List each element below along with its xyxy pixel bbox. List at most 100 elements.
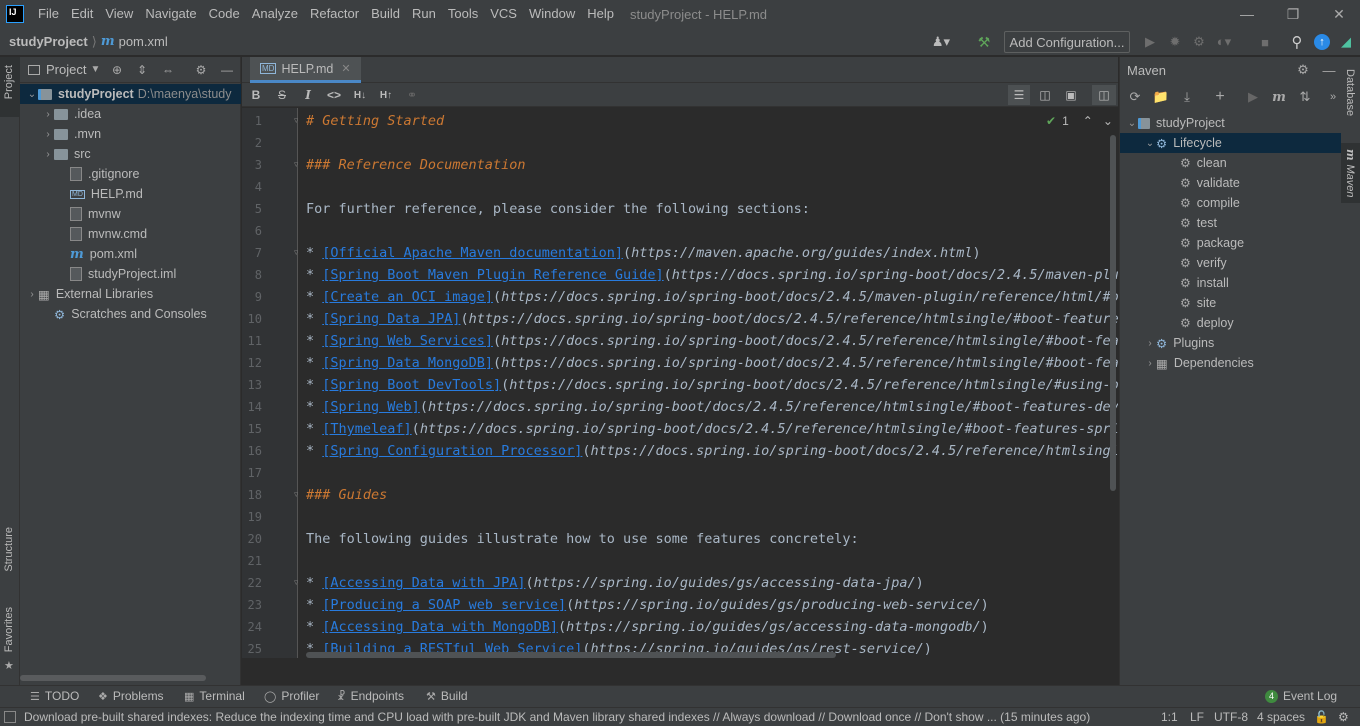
endpoints-tool-button[interactable]: ☧ Endpoints [337, 689, 404, 703]
run-maven-build-icon[interactable]: ▶ [1244, 88, 1262, 106]
italic-icon[interactable]: I [299, 87, 317, 103]
toolbox-icon[interactable]: ◢ [1338, 34, 1354, 50]
user-icon[interactable]: ♟▾ [932, 34, 950, 50]
locate-icon[interactable]: ⊕ [109, 62, 125, 78]
inspection-widget[interactable]: ✔ 1 ⌃ ⌄ [1046, 112, 1116, 130]
editor-hscrollbar[interactable] [306, 652, 836, 658]
maven-goal-site[interactable]: ⚙ site [1120, 293, 1342, 313]
expanded-chevron-icon[interactable]: ⌄ [1144, 138, 1156, 149]
more-icon[interactable]: » [1324, 88, 1342, 106]
tree-item-studyproject-iml[interactable]: studyProject.iml [20, 264, 241, 284]
toggle-tool-windows-icon[interactable] [4, 711, 16, 723]
collapsed-chevron-icon[interactable]: › [1144, 358, 1156, 369]
execute-maven-goal-icon[interactable]: m [1270, 88, 1288, 106]
debug-icon[interactable]: ✹ [1167, 34, 1183, 50]
markdown-link[interactable]: [Accessing Data with JPA] [322, 575, 525, 591]
editor-only-icon[interactable]: ☰ [1008, 85, 1030, 105]
profile-icon[interactable]: ◐▾ [1216, 34, 1232, 50]
menu-analyze[interactable]: Analyze [246, 0, 304, 28]
tree-item-pom-xml[interactable]: m pom.xml [20, 244, 241, 264]
editor-vscrollbar[interactable] [1110, 135, 1116, 491]
menu-refactor[interactable]: Refactor [304, 0, 365, 28]
markdown-link[interactable]: [Spring Boot Maven Plugin Reference Guid… [322, 267, 663, 283]
editor-content[interactable]: # Getting Started ### Reference Documenta… [298, 108, 1118, 658]
collapsed-chevron-icon[interactable]: › [1144, 338, 1156, 349]
header-increase-icon[interactable]: H↑ [377, 87, 395, 103]
git-status-icon[interactable]: ⚙ [1338, 710, 1349, 724]
maven-goal-test[interactable]: ⚙ test [1120, 213, 1342, 233]
collapsed-chevron-icon[interactable]: › [42, 109, 54, 120]
breadcrumb-file[interactable]: pom.xml [119, 34, 168, 49]
maven-project-root[interactable]: ⌄ studyProject [1120, 113, 1342, 133]
maven-goal-clean[interactable]: ⚙ clean [1120, 153, 1342, 173]
tree-item-scratches-and-consoles[interactable]: ⚙ Scratches and Consoles [20, 304, 241, 324]
expand-all-icon[interactable]: ⇕ [134, 62, 150, 78]
collapsed-chevron-icon[interactable]: › [42, 129, 54, 140]
maven-goal-verify[interactable]: ⚙ verify [1120, 253, 1342, 273]
collapsed-chevron-icon[interactable]: › [26, 289, 38, 300]
markdown-link[interactable]: [Spring Boot DevTools] [322, 377, 501, 393]
markdown-link[interactable]: [Accessing Data with MongoDB] [322, 619, 558, 635]
markdown-link[interactable]: [Spring Web] [322, 399, 420, 415]
maven-plugins[interactable]: › ⚙ Plugins [1120, 333, 1342, 353]
favorites-tool-tab[interactable]: Favorites [3, 607, 15, 652]
header-decrease-icon[interactable]: H↓ [351, 87, 369, 103]
menu-window[interactable]: Window [523, 0, 581, 28]
markdown-link[interactable]: [Official Apache Maven documentation] [322, 245, 623, 261]
update-icon[interactable]: ↑ [1314, 34, 1330, 50]
coverage-icon[interactable]: ⚙ [1191, 34, 1207, 50]
minimize-button[interactable]: — [1224, 0, 1270, 28]
menu-code[interactable]: Code [203, 0, 246, 28]
file-encoding[interactable]: UTF-8 [1214, 710, 1248, 724]
preview-only-icon[interactable]: ▣ [1062, 87, 1080, 103]
markdown-link[interactable]: [Thymeleaf] [322, 421, 411, 437]
next-problem-icon[interactable]: ⌄ [1103, 114, 1113, 128]
maven-lifecycle[interactable]: ⌄ ⚙ Lifecycle [1120, 133, 1342, 153]
restore-button[interactable]: ❐ [1270, 0, 1316, 28]
reload-icon[interactable]: ⟳ [1126, 88, 1144, 106]
markdown-link[interactable]: [Spring Web Services] [322, 333, 493, 349]
menu-build[interactable]: Build [365, 0, 406, 28]
add-maven-project-icon[interactable]: 📁 [1152, 88, 1170, 106]
dropdown-chevron-icon[interactable]: ▼ [90, 64, 100, 75]
toggle-offline-icon[interactable]: ⇅ [1296, 88, 1314, 106]
maven-hide-icon[interactable]: — [1320, 61, 1338, 79]
download-sources-icon[interactable]: ⤓ [1178, 88, 1196, 106]
menu-view[interactable]: View [99, 0, 139, 28]
project-hscrollbar[interactable] [20, 675, 206, 681]
split-view-icon[interactable]: ◫ [1036, 87, 1054, 103]
layout-toggle-icon[interactable]: ◫ [1092, 85, 1116, 105]
menu-tools[interactable]: Tools [442, 0, 484, 28]
build-tool-button[interactable]: ⚒ Build [426, 689, 468, 703]
read-only-lock-icon[interactable]: 🔓 [1314, 710, 1329, 724]
maven-dependencies[interactable]: › ▦ Dependencies [1120, 353, 1342, 373]
collapsed-chevron-icon[interactable]: › [42, 149, 54, 160]
tree-item-mvnw-cmd[interactable]: mvnw.cmd [20, 224, 241, 244]
terminal-tool-button[interactable]: ▦ Terminal [184, 689, 245, 703]
add-icon[interactable]: + [1211, 88, 1229, 106]
maven-goal-package[interactable]: ⚙ package [1120, 233, 1342, 253]
markdown-link[interactable]: [Create an OCI image] [322, 289, 493, 305]
prev-problem-icon[interactable]: ⌃ [1083, 114, 1093, 128]
search-icon[interactable]: ⚲ [1289, 34, 1305, 51]
add-configuration-button[interactable]: Add Configuration... [1004, 31, 1130, 53]
expanded-chevron-icon[interactable]: ⌄ [26, 89, 38, 100]
tree-item-idea[interactable]: › .idea [20, 104, 241, 124]
menu-edit[interactable]: Edit [65, 0, 99, 28]
breadcrumb-project[interactable]: studyProject [9, 34, 88, 49]
close-tab-icon[interactable]: ✕ [341, 62, 350, 75]
line-separator[interactable]: LF [1190, 710, 1204, 724]
hide-panel-icon[interactable]: — [219, 62, 235, 78]
maven-tool-tab[interactable]: m Maven [1344, 149, 1357, 198]
profiler-tool-button[interactable]: ◯ Profiler [264, 689, 319, 703]
settings-gear-icon[interactable]: ⚙ [193, 62, 209, 78]
close-button[interactable]: ✕ [1316, 0, 1360, 28]
structure-tool-tab[interactable]: Structure [3, 527, 15, 572]
build-hammer-icon[interactable]: ⚒ [976, 34, 992, 50]
strikethrough-icon[interactable]: S [273, 87, 291, 103]
maven-goal-compile[interactable]: ⚙ compile [1120, 193, 1342, 213]
tree-item-help-md[interactable]: MD HELP.md [20, 184, 241, 204]
caret-position[interactable]: 1:1 [1161, 710, 1178, 724]
bold-icon[interactable]: B [247, 87, 265, 103]
tree-item-src[interactable]: › src [20, 144, 241, 164]
